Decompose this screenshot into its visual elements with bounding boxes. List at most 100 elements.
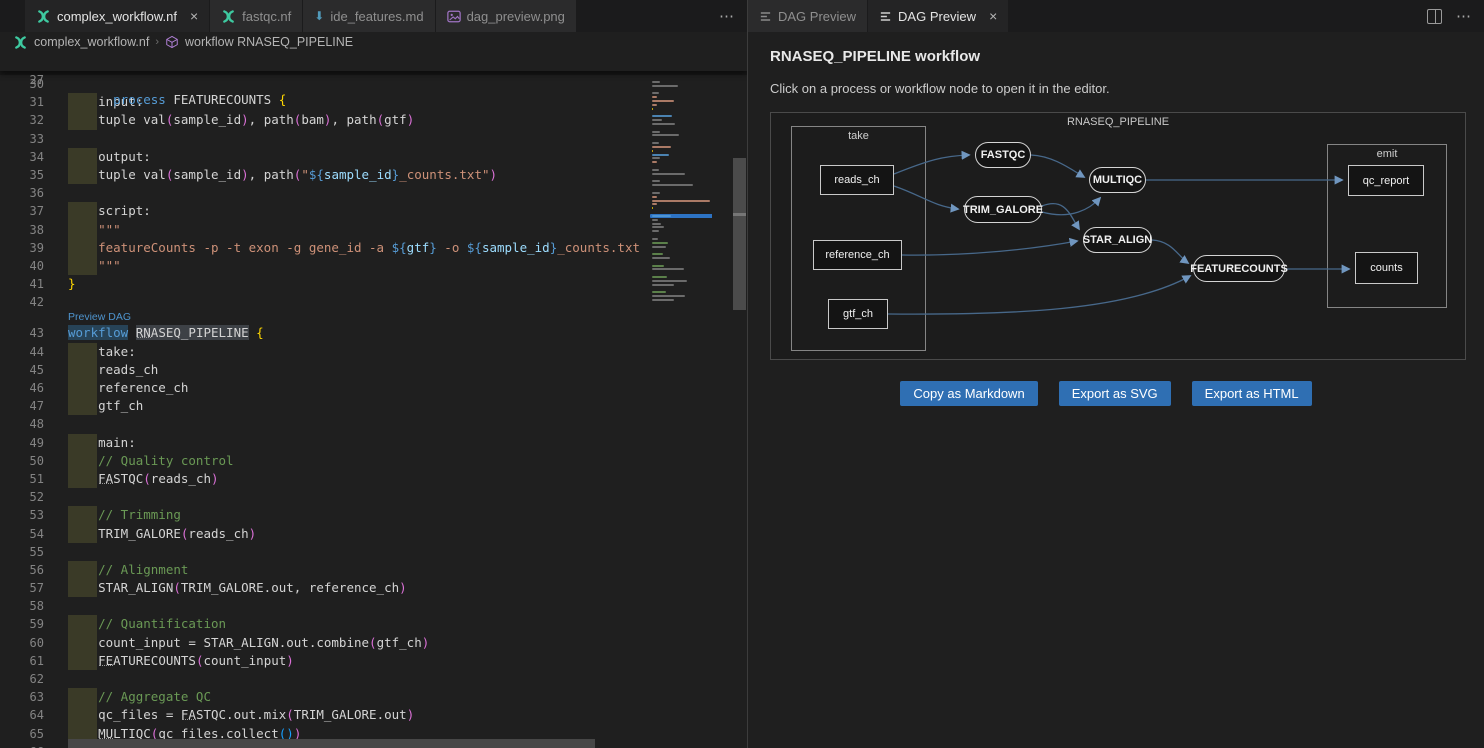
code-token[interactable]: count_input bbox=[203, 653, 286, 668]
close-icon[interactable]: × bbox=[989, 9, 997, 23]
code-line-54[interactable]: 54 TRIM_GALORE(reads_ch) bbox=[0, 525, 747, 543]
dag-node-FEATURECOUNTS[interactable]: FEATURECOUNTS bbox=[1193, 255, 1285, 282]
code-token[interactable]: .out.mix bbox=[226, 707, 286, 722]
code-token[interactable]: // Quantification bbox=[68, 616, 226, 631]
code-token[interactable]: } bbox=[429, 240, 437, 255]
editor-tab-dag-preview-png[interactable]: dag_preview.png bbox=[436, 0, 577, 32]
dag-node-TRIM_GALORE[interactable]: TRIM_GALORE bbox=[964, 196, 1042, 223]
code-token[interactable]: FASTQC bbox=[181, 707, 226, 722]
code-token[interactable] bbox=[68, 471, 98, 486]
dag-node-reference_ch[interactable]: reference_ch bbox=[813, 240, 902, 270]
code-token[interactable]: output: bbox=[68, 149, 151, 164]
code-line-43[interactable]: 43workflow RNASEQ_PIPELINE { bbox=[0, 324, 747, 342]
code-token[interactable] bbox=[68, 653, 98, 668]
dag-node-FASTQC[interactable]: FASTQC bbox=[975, 142, 1031, 168]
code-token[interactable]: , path bbox=[249, 167, 294, 182]
code-line-55[interactable]: 55 bbox=[0, 543, 747, 561]
code-token[interactable]: // Quality control bbox=[68, 453, 234, 468]
code-token[interactable]: reference_ch bbox=[68, 380, 188, 395]
code-token[interactable]: STAR_ALIGN bbox=[68, 580, 173, 595]
code-editor[interactable]: 27 process FEATURECOUNTS { 3031 input:32… bbox=[0, 52, 747, 748]
copy-as-markdown-button[interactable]: Copy as Markdown bbox=[900, 381, 1037, 406]
code-token[interactable]: RNASEQ_PIPELINE bbox=[136, 325, 249, 340]
editor-tab-dag-preview-preview[interactable]: DAG Preview bbox=[748, 0, 868, 32]
code-token[interactable]: ( bbox=[369, 635, 377, 650]
code-token[interactable]: bam bbox=[301, 112, 324, 127]
code-line-38[interactable]: 38 """ bbox=[0, 221, 747, 239]
code-token[interactable]: qc_files = bbox=[68, 707, 181, 722]
code-token[interactable]: TRIM_GALORE bbox=[68, 526, 181, 541]
code-line-62[interactable]: 62 bbox=[0, 670, 747, 688]
code-line-60[interactable]: 60 count_input = STAR_ALIGN.out.combine(… bbox=[0, 634, 747, 652]
code-token[interactable]: // Alignment bbox=[68, 562, 188, 577]
code-token[interactable]: ${ bbox=[392, 240, 407, 255]
code-token[interactable]: """ bbox=[68, 222, 121, 237]
code-token[interactable]: _counts.txt bbox=[557, 240, 647, 255]
code-line-49[interactable]: 49 main: bbox=[0, 434, 747, 452]
dag-node-counts[interactable]: counts bbox=[1355, 252, 1418, 284]
code-token[interactable]: sample_id bbox=[324, 167, 392, 182]
code-token[interactable]: ( bbox=[173, 580, 181, 595]
code-line-45[interactable]: 45 reads_ch bbox=[0, 361, 747, 379]
split-editor-icon[interactable] bbox=[1427, 9, 1442, 24]
code-line-33[interactable]: 33 bbox=[0, 130, 747, 148]
code-token[interactable]: main: bbox=[68, 435, 136, 450]
code-line-61[interactable]: 61 FEATURECOUNTS(count_input) bbox=[0, 652, 747, 670]
code-token[interactable]: gtf bbox=[407, 240, 430, 255]
minimap[interactable] bbox=[650, 54, 712, 736]
code-line-40[interactable]: 40 """ bbox=[0, 257, 747, 275]
code-line-44[interactable]: 44 take: bbox=[0, 343, 747, 361]
code-token[interactable]: _counts.txt" bbox=[399, 167, 489, 182]
code-token[interactable]: ) bbox=[407, 112, 415, 127]
dag-node-gtf_ch[interactable]: gtf_ch bbox=[828, 299, 888, 329]
code-token[interactable]: TRIM_GALORE.out, reference_ch bbox=[181, 580, 399, 595]
code-token[interactable]: } bbox=[68, 276, 76, 291]
code-token[interactable]: count_input = STAR_ALIGN.out.combine bbox=[68, 635, 369, 650]
codelens-preview-dag[interactable]: Preview DAG bbox=[68, 311, 747, 324]
code-line-36[interactable]: 36 bbox=[0, 184, 747, 202]
code-token[interactable]: ( bbox=[377, 112, 385, 127]
code-token[interactable]: tuple val bbox=[68, 112, 166, 127]
code-token[interactable]: ) bbox=[422, 635, 430, 650]
code-token[interactable]: , path bbox=[331, 112, 376, 127]
code-line-56[interactable]: 56 // Alignment bbox=[0, 561, 747, 579]
code-line-46[interactable]: 46 reference_ch bbox=[0, 379, 747, 397]
export-as-html-button[interactable]: Export as HTML bbox=[1192, 381, 1312, 406]
code-token[interactable]: -o bbox=[437, 240, 467, 255]
code-token[interactable]: TRIM_GALORE.out bbox=[294, 707, 407, 722]
code-line-63[interactable]: 63 // Aggregate QC bbox=[0, 688, 747, 706]
code-token[interactable]: ( bbox=[286, 707, 294, 722]
code-token[interactable]: sample_id bbox=[173, 167, 241, 182]
code-token[interactable]: // Aggregate QC bbox=[68, 689, 211, 704]
code-line-52[interactable]: 52 bbox=[0, 488, 747, 506]
code-token[interactable]: """ bbox=[68, 258, 121, 273]
editor-tab-complex-workflow-nf[interactable]: complex_workflow.nf× bbox=[25, 0, 210, 32]
editor-tab-fastqc-nf[interactable]: fastqc.nf bbox=[210, 0, 303, 32]
code-token[interactable]: ( bbox=[143, 471, 151, 486]
code-line-42[interactable]: 42 bbox=[0, 293, 747, 311]
code-token[interactable]: tuple val bbox=[68, 167, 166, 182]
more-actions-icon[interactable]: ⋯ bbox=[1456, 7, 1472, 25]
code-line-58[interactable]: 58 bbox=[0, 597, 747, 615]
code-token[interactable]: " bbox=[301, 167, 309, 182]
code-token[interactable]: ) bbox=[249, 526, 257, 541]
code-line-35[interactable]: 35 tuple val(sample_id), path("${sample_… bbox=[0, 166, 747, 184]
horizontal-scrollbar-thumb[interactable] bbox=[68, 739, 595, 748]
code-token[interactable]: featureCounts -p -t exon -g gene_id -a bbox=[68, 240, 392, 255]
more-actions-icon[interactable]: ⋯ bbox=[719, 7, 735, 25]
code-token[interactable]: FEATURECOUNTS bbox=[166, 92, 279, 107]
code-token[interactable]: reads_ch bbox=[188, 526, 248, 541]
code-token[interactable]: ) bbox=[241, 167, 249, 182]
editor-tab-dag-preview-preview[interactable]: DAG Preview× bbox=[868, 0, 1009, 32]
code-token[interactable]: ) bbox=[490, 167, 498, 182]
breadcrumb-file[interactable]: complex_workflow.nf bbox=[34, 35, 149, 49]
sticky-scroll-line[interactable]: 27 process FEATURECOUNTS { bbox=[0, 52, 747, 71]
code-token[interactable]: reads_ch bbox=[68, 362, 158, 377]
code-token[interactable]: workflow bbox=[68, 325, 128, 340]
code-token[interactable]: ${ bbox=[467, 240, 482, 255]
dag-node-qc_report[interactable]: qc_report bbox=[1348, 165, 1424, 196]
code-line-57[interactable]: 57 STAR_ALIGN(TRIM_GALORE.out, reference… bbox=[0, 579, 747, 597]
code-line-37[interactable]: 37 script: bbox=[0, 202, 747, 220]
code-line-41[interactable]: 41} bbox=[0, 275, 747, 293]
dag-node-MULTIQC[interactable]: MULTIQC bbox=[1089, 167, 1146, 193]
